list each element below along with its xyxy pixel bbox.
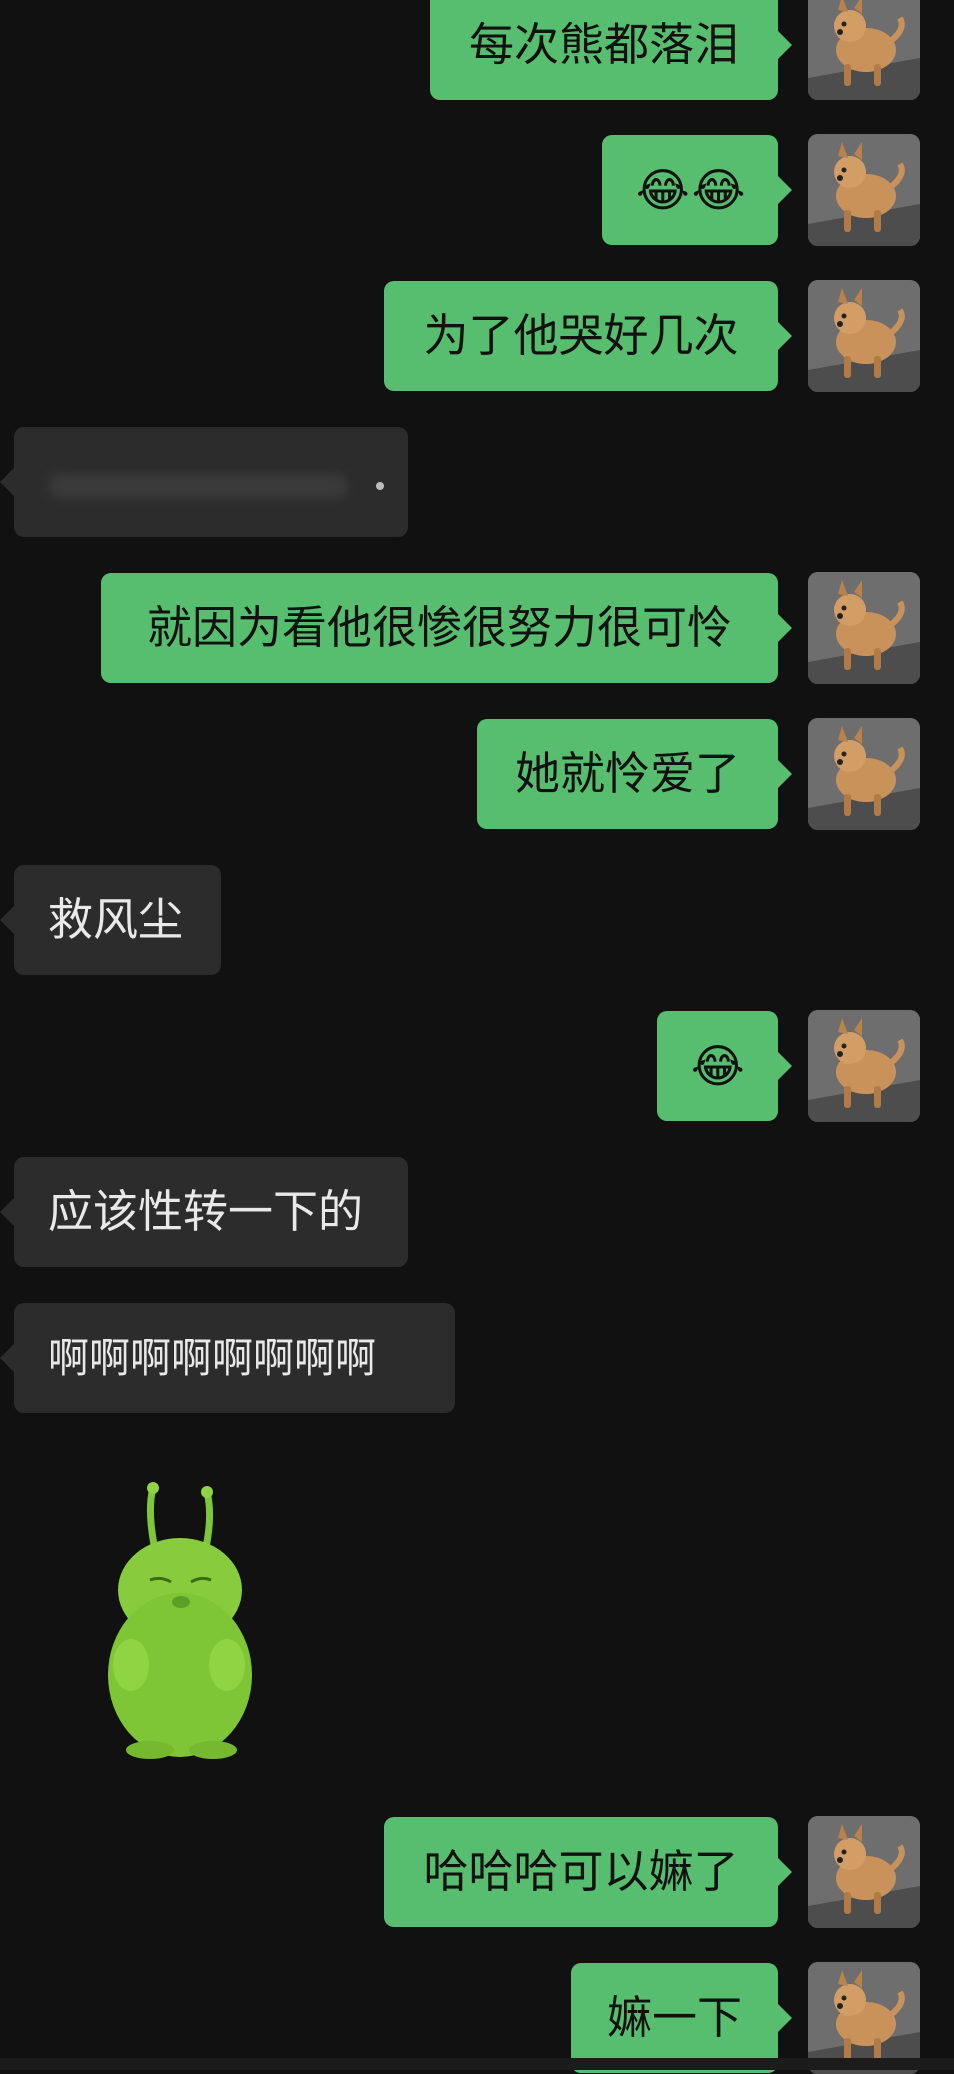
outgoing-message-bubble[interactable]: 嫲一下	[571, 1963, 792, 2073]
dog-avatar[interactable]	[808, 572, 920, 684]
tears-of-joy-emoji: 😂😂	[636, 163, 748, 217]
incoming-blurred-message-bubble[interactable]	[0, 427, 408, 537]
incoming-message-bubble[interactable]: 救风尘	[0, 865, 221, 975]
message-text: 哈哈哈可以嫲了	[423, 1845, 739, 1898]
outgoing-message-bubble[interactable]: 她就怜爱了	[477, 719, 792, 829]
outgoing-message-bubble[interactable]: 每次熊都落泪	[430, 0, 792, 100]
dog-avatar-image	[808, 0, 920, 100]
dog-avatar[interactable]	[808, 0, 920, 100]
tears-of-joy-emoji: 😂	[691, 1039, 747, 1093]
message-text: 救风尘	[48, 893, 184, 946]
blurred-text-dot	[376, 482, 384, 490]
dog-avatar-image	[808, 718, 920, 830]
dog-avatar-image	[808, 1816, 920, 1928]
dog-avatar[interactable]	[808, 718, 920, 830]
outgoing-message-bubble[interactable]: 为了他哭好几次	[384, 281, 792, 391]
dog-avatar[interactable]	[808, 134, 920, 246]
message-text: 应该性转一下的	[48, 1185, 364, 1238]
dog-avatar-image	[808, 572, 920, 684]
message-text: 啊啊啊啊啊啊啊啊	[48, 1334, 376, 1382]
message-text: 嫲一下	[606, 1991, 742, 2044]
outgoing-message-bubble[interactable]: 就因为看他很惨很努力很可怜	[101, 573, 792, 683]
green-alien-cat-sticker-image	[108, 1482, 252, 1759]
green-alien-cat-sticker[interactable]	[95, 1480, 270, 1760]
dog-avatar-image	[808, 134, 920, 246]
outgoing-message-bubble[interactable]: 哈哈哈可以嫲了	[384, 1817, 792, 1927]
dog-avatar-image	[808, 280, 920, 392]
dog-avatar[interactable]	[808, 1010, 920, 1122]
dog-avatar[interactable]	[808, 280, 920, 392]
outgoing-message-bubble[interactable]: 😂😂	[602, 135, 792, 245]
message-text: 为了他哭好几次	[423, 309, 739, 362]
incoming-message-bubble[interactable]: 啊啊啊啊啊啊啊啊	[0, 1303, 455, 1413]
incoming-message-bubble[interactable]: 应该性转一下的	[0, 1157, 408, 1267]
bottom-input-bar-edge	[0, 2058, 954, 2070]
dog-avatar[interactable]	[808, 1816, 920, 1928]
blurred-text	[48, 473, 348, 499]
message-text: 每次熊都落泪	[468, 18, 739, 71]
message-text: 就因为看他很惨很努力很可怜	[146, 601, 732, 654]
message-text: 她就怜爱了	[514, 747, 740, 800]
dog-avatar-image	[808, 1010, 920, 1122]
outgoing-message-bubble[interactable]: 😂	[657, 1011, 792, 1121]
